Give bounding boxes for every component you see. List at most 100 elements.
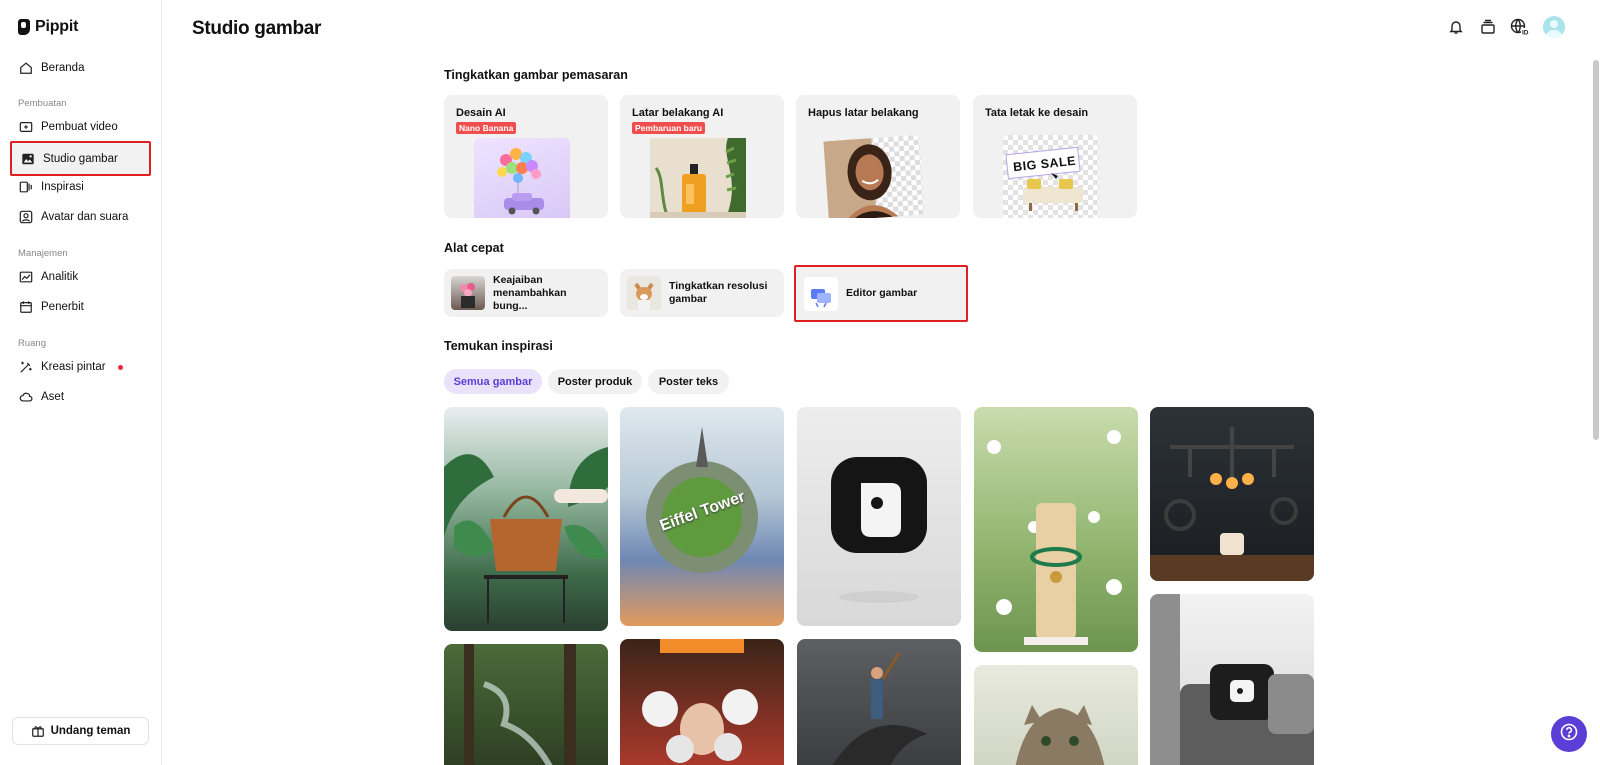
portrait-illustration	[823, 138, 899, 218]
inspiration-tile-dragon[interactable]	[797, 639, 961, 765]
avatar-icon	[1543, 16, 1565, 38]
cats-woman-image	[642, 639, 758, 763]
sidebar: Pippit Beranda Pembuatan Pembuat video S…	[0, 0, 162, 765]
pippit-logo-icon	[18, 19, 30, 35]
inspiration-tile-eiffel-planet[interactable]: Eiffel Tower	[620, 407, 784, 626]
inspiration-tile-cats-woman[interactable]	[620, 639, 784, 765]
sidebar-item-video-maker[interactable]: Pembuat video	[10, 111, 151, 143]
app-root: Pippit Beranda Pembuatan Pembuat video S…	[0, 0, 1600, 765]
card-title: Hapus latar belakang	[808, 107, 919, 119]
card-thumbnail	[823, 134, 925, 218]
page-title: Studio gambar	[192, 18, 322, 39]
sidebar-item-publisher[interactable]: Penerbit	[10, 291, 151, 323]
sidebar-item-home[interactable]: Beranda	[10, 52, 151, 84]
home-icon	[19, 61, 33, 75]
perfume-illustration	[650, 138, 746, 218]
image-editor-icon	[811, 288, 831, 307]
fluffy-logo-image	[831, 457, 927, 603]
quick-tool-label: Keajaiban menambahkan bung...	[493, 273, 567, 312]
inspiration-tile-industrial-lamp[interactable]	[1150, 407, 1314, 581]
dragon-image	[832, 652, 927, 765]
sidebar-item-analytics[interactable]: Analitik	[10, 261, 151, 293]
card-ai-background[interactable]: Latar belakang AI Pembaruan baru	[620, 95, 784, 218]
sidebar-item-label: Avatar dan suara	[41, 211, 129, 223]
section-title-inspiration: Temukan inspirasi	[444, 339, 553, 353]
layers-icon[interactable]	[1478, 17, 1498, 37]
dog-icon	[634, 282, 654, 310]
image-studio-icon	[21, 152, 35, 166]
quick-tool-image-editor[interactable]: Editor gambar	[794, 265, 968, 322]
quick-tool-thumbnail	[627, 276, 661, 310]
calendar-icon	[19, 300, 33, 314]
card-title: Latar belakang AI	[632, 107, 724, 119]
help-button[interactable]	[1551, 716, 1587, 752]
card-thumbnail: BIG SALE	[1003, 135, 1099, 218]
quick-tool-label: Tingkatkan resolusi gambar	[669, 280, 768, 305]
inspiration-icon	[19, 180, 33, 194]
inspiration-tile-handbag[interactable]	[444, 407, 608, 631]
filter-chip-text-poster[interactable]: Poster teks	[648, 369, 729, 394]
sidebar-item-label: Inspirasi	[41, 181, 84, 193]
flowers-icon	[460, 283, 475, 308]
inspiration-tile-forest[interactable]	[444, 644, 608, 765]
quick-tool-upscale[interactable]: Tingkatkan resolusi gambar	[620, 269, 784, 317]
card-thumbnail	[474, 138, 570, 218]
scrollbar[interactable]	[1592, 56, 1600, 440]
help-icon	[1560, 723, 1578, 746]
pillow-sofa-image	[1150, 594, 1314, 765]
avatar-voice-icon	[19, 210, 33, 224]
invite-friends-button[interactable]: Undang teman	[12, 717, 149, 745]
sidebar-item-assets[interactable]: Aset	[10, 381, 151, 413]
card-badge: Pembaruan baru	[632, 122, 706, 134]
card-title: Desain AI	[456, 107, 506, 119]
cloud-icon	[19, 390, 33, 404]
sidebar-item-label: Beranda	[41, 62, 85, 74]
quick-tool-label: Editor gambar	[846, 287, 918, 299]
video-add-icon	[19, 120, 33, 134]
card-thumbnail	[650, 138, 746, 218]
cat-image	[1015, 705, 1105, 765]
sidebar-item-label: Kreasi pintar	[41, 361, 106, 373]
balloon-car-illustration	[497, 148, 544, 215]
analytics-icon	[19, 270, 33, 284]
sidebar-item-avatar-voice[interactable]: Avatar dan suara	[10, 201, 151, 233]
sidebar-item-label: Analitik	[41, 271, 79, 283]
inspiration-tile-fluffy-logo[interactable]	[797, 407, 961, 626]
sidebar-item-smart-creation[interactable]: Kreasi pintar	[10, 351, 151, 383]
card-ai-design[interactable]: Desain AI Nano Banana	[444, 95, 608, 218]
inspiration-tile-cat[interactable]	[974, 665, 1138, 765]
globe-language-icon[interactable]: ID	[1510, 17, 1530, 37]
gift-icon	[31, 724, 45, 738]
bracelet-image	[987, 430, 1122, 645]
notification-dot	[117, 364, 123, 370]
sidebar-item-label: Aset	[41, 391, 65, 403]
inspiration-tile-bracelet[interactable]	[974, 407, 1138, 652]
quick-tool-add-flowers[interactable]: Keajaiban menambahkan bung...	[444, 269, 608, 317]
app-logo[interactable]: Pippit	[18, 18, 78, 36]
sidebar-item-label: Studio gambar	[43, 152, 118, 165]
handbag-image	[444, 447, 608, 623]
quick-tool-thumbnail	[451, 276, 485, 310]
bell-icon[interactable]	[1446, 17, 1466, 37]
section-label-management: Manajemen	[18, 248, 68, 259]
forest-image	[464, 644, 576, 765]
invite-label: Undang teman	[50, 725, 131, 737]
user-avatar[interactable]	[1542, 16, 1566, 38]
section-label-space: Ruang	[18, 338, 46, 349]
filter-chip-all-images[interactable]: Semua gambar	[444, 369, 542, 394]
sidebar-item-label: Penerbit	[41, 301, 84, 313]
svg-text:ID: ID	[1522, 30, 1529, 37]
top-toolbar: ID	[1446, 16, 1566, 38]
scrollbar-thumb[interactable]	[1593, 60, 1599, 440]
industrial-lamp-image	[1150, 427, 1314, 581]
card-title: Tata letak ke desain	[985, 107, 1089, 119]
filter-chip-product-poster[interactable]: Poster produk	[548, 369, 642, 394]
card-remove-background[interactable]: Hapus latar belakang	[796, 95, 960, 218]
sidebar-item-inspiration[interactable]: Inspirasi	[10, 171, 151, 203]
card-layout-to-design[interactable]: Tata letak ke desain BIG SALE	[973, 95, 1137, 218]
app-name: Pippit	[35, 18, 79, 35]
card-badge: Nano Banana	[456, 122, 517, 134]
magic-wand-icon	[19, 360, 33, 374]
inspiration-tile-pillow[interactable]	[1150, 594, 1314, 765]
sidebar-item-label: Pembuat video	[41, 121, 118, 133]
